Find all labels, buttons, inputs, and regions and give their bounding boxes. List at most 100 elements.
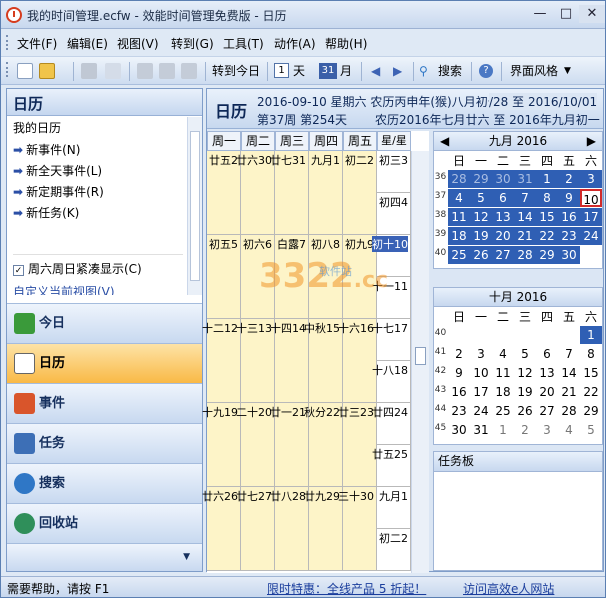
mini-day[interactable]: 2 [558, 170, 580, 188]
day-cell[interactable]: 初五5 [207, 235, 241, 319]
mini-day[interactable]: 3 [580, 170, 602, 188]
paste-icon[interactable] [181, 63, 197, 79]
mini-day[interactable]: 12 [470, 208, 492, 226]
mini-day[interactable]: 11 [448, 208, 470, 226]
mini-day[interactable]: 2 [514, 421, 536, 439]
mini-day[interactable]: 4 [448, 189, 470, 207]
nav-calendar[interactable]: 日历 [7, 343, 202, 383]
mini-day[interactable]: 25 [492, 402, 514, 420]
mini-day[interactable]: 7 [558, 345, 580, 363]
mini-day[interactable]: 18 [492, 383, 514, 401]
mini-day[interactable]: 7 [514, 189, 536, 207]
day-view-icon[interactable]: 1 [274, 63, 289, 78]
day-cell[interactable]: 初二2 [377, 529, 411, 571]
mini-day[interactable]: 23 [558, 227, 580, 245]
mini-day[interactable]: 17 [470, 383, 492, 401]
day-cell[interactable]: 廿七31 [270, 151, 309, 235]
mini-day[interactable]: 4 [492, 345, 514, 363]
mini-day[interactable]: 9 [448, 364, 470, 382]
mini-day[interactable]: 28 [558, 402, 580, 420]
month-scroll-thumb[interactable] [415, 347, 426, 365]
search-button[interactable]: 搜索 [438, 62, 462, 80]
new-event-link[interactable]: ➡ 新事件(N) [13, 141, 80, 158]
mini-day[interactable]: 16 [558, 208, 580, 226]
day-cell[interactable]: 九月1 [377, 487, 411, 529]
previous-icon[interactable]: ◀ [371, 62, 380, 80]
mini-day[interactable]: 2 [448, 345, 470, 363]
mini-day[interactable]: 30 [492, 170, 514, 188]
mini-day[interactable]: 14 [558, 364, 580, 382]
mini-day[interactable]: 17 [580, 208, 602, 226]
mini-day[interactable]: 27 [492, 246, 514, 264]
mini-day[interactable]: 13 [492, 208, 514, 226]
mini-day[interactable]: 26 [514, 402, 536, 420]
nav-events[interactable]: 事件 [7, 383, 202, 423]
mini-day[interactable]: 24 [470, 402, 492, 420]
mini-day[interactable]: 24 [580, 227, 602, 245]
mini-day[interactable]: 4 [558, 421, 580, 439]
mini-day[interactable] [536, 326, 558, 344]
mini-day[interactable]: 29 [470, 170, 492, 188]
minimize-button[interactable]: — [527, 5, 553, 23]
mini-day[interactable]: 14 [514, 208, 536, 226]
close-button[interactable]: ✕ [579, 5, 605, 23]
search-icon[interactable]: ⚲ [419, 62, 428, 80]
mini-day[interactable]: 29 [580, 402, 602, 420]
mini-day[interactable]: 8 [536, 189, 558, 207]
day-cell[interactable]: 初二2 [343, 151, 377, 235]
maximize-button[interactable]: □ [553, 5, 579, 23]
day-cell[interactable]: 廿四24 [372, 403, 411, 445]
mini-day[interactable]: 20 [492, 227, 514, 245]
mini-day[interactable]: 30 [448, 421, 470, 439]
mini-day[interactable] [514, 326, 536, 344]
mini-day[interactable]: 22 [580, 383, 602, 401]
mini-day[interactable]: 11 [492, 364, 514, 382]
new-task-link[interactable]: ➡ 新任务(K) [13, 204, 79, 221]
mini-day[interactable]: 22 [536, 227, 558, 245]
mini-day[interactable]: 28 [514, 246, 536, 264]
mini-day[interactable]: 6 [536, 345, 558, 363]
day-cell[interactable]: 十八18 [372, 361, 411, 403]
day-cell[interactable]: 三十30 [338, 487, 377, 571]
skin-menu-button[interactable]: 界面风格 [510, 62, 558, 80]
menu-file[interactable]: 文件(F) [17, 35, 57, 52]
chevron-down-icon[interactable]: ▼ [564, 62, 571, 80]
mini-day[interactable]: 19 [470, 227, 492, 245]
print-icon[interactable] [81, 63, 97, 79]
new-recurring-event-link[interactable]: ➡ 新定期事件(R) [13, 183, 104, 200]
day-cell[interactable]: 九月1 [309, 151, 343, 235]
mini-day[interactable]: 28 [448, 170, 470, 188]
mini-day[interactable]: 31 [514, 170, 536, 188]
next-icon[interactable]: ▶ [393, 62, 402, 80]
mini-day[interactable]: 27 [536, 402, 558, 420]
mini-day[interactable]: 23 [448, 402, 470, 420]
day-view-button[interactable]: 天 [293, 62, 305, 80]
new-recurring-event-label[interactable]: 新定期事件(R) [26, 185, 104, 199]
chevron-down-icon[interactable]: ▼ [183, 552, 190, 562]
print-preview-icon[interactable] [105, 63, 121, 79]
day-cell[interactable]: 十七17 [372, 319, 411, 361]
new-document-icon[interactable] [17, 63, 33, 79]
cut-icon[interactable] [137, 63, 153, 79]
prev-month-icon[interactable]: ◀ [440, 132, 449, 150]
mini-day[interactable]: 31 [470, 421, 492, 439]
mini-day[interactable]: 5 [470, 189, 492, 207]
mini-day[interactable]: 25 [448, 246, 470, 264]
mini-day[interactable]: 21 [558, 383, 580, 401]
mini-day[interactable]: 19 [514, 383, 536, 401]
mini-day[interactable]: 9 [558, 189, 580, 207]
mini-day[interactable]: 21 [514, 227, 536, 245]
nav-recycle[interactable]: 回收站 [7, 503, 202, 543]
mini-day[interactable] [558, 326, 580, 344]
copy-icon[interactable] [159, 63, 175, 79]
list-scrollbar[interactable] [187, 117, 202, 295]
customize-view-link[interactable]: 自定义当前视图(V) [13, 283, 115, 295]
day-cell[interactable]: 初四4 [377, 193, 411, 235]
mini-day[interactable]: 20 [536, 383, 558, 401]
nav-more-button[interactable]: ▼ [7, 543, 202, 571]
month-view-icon[interactable]: 31 [319, 63, 337, 79]
mini-day[interactable]: 3 [536, 421, 558, 439]
mini-day[interactable]: 1 [580, 326, 602, 344]
compact-weekend-checkbox[interactable]: ✓ 周六周日紧凑显示(C) [13, 254, 183, 277]
next-month-icon[interactable]: ▶ [587, 132, 596, 150]
